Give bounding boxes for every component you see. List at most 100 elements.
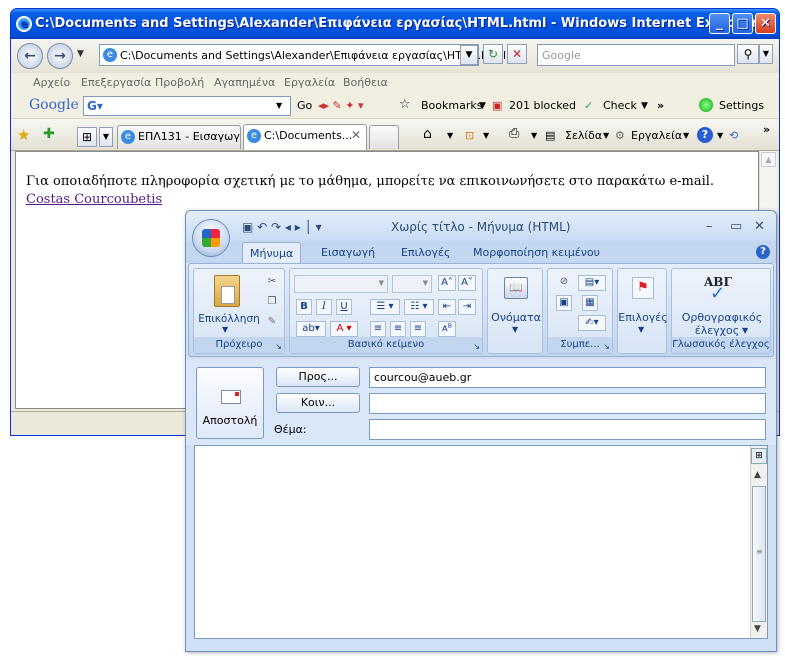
names-dropdown-icon[interactable]: ▼ [512,325,518,334]
close-button[interactable]: ✕ [755,13,776,34]
spellcheck-button[interactable]: Check [603,99,637,112]
format-painter-icon[interactable]: ✎ [264,315,280,331]
grow-font-icon[interactable]: A˄ [438,275,456,291]
menu-favorites[interactable]: Αγαπημένα [214,76,275,89]
spelling-dropdown-icon[interactable]: ▼ [742,326,748,335]
ol-maximize-button[interactable]: ▭ [730,219,742,234]
subject-field[interactable] [369,419,766,440]
ol-minimize-button[interactable]: – [706,219,713,234]
feeds-icon[interactable]: ⊡ [465,129,474,142]
ribbon-tab-format-text[interactable]: Μορφοποίηση κειμένου [473,246,600,259]
spelling-button-line1[interactable]: Ορθογραφικός [672,311,772,324]
office-button[interactable] [192,219,230,257]
italic-icon[interactable]: I [316,299,332,315]
font-size-select[interactable]: ▼ [392,275,432,293]
scroll-thumb[interactable]: ≡ [752,486,766,622]
page-dropdown-icon[interactable]: ▼ [603,131,609,140]
calendar-icon[interactable]: ▦ [582,295,598,311]
address-book-icon[interactable]: 📖 [504,277,528,299]
menu-edit[interactable]: Επεξεργασία [81,76,151,89]
more-chevron-icon[interactable]: » [657,99,664,112]
options-dropdown-icon[interactable]: ▼ [638,325,644,334]
paste-dropdown-icon[interactable]: ▼ [222,325,228,334]
search-input[interactable]: Google [537,44,735,66]
search-icon[interactable]: ⚲ [737,44,759,64]
body-scrollbar[interactable]: ⊞ ▲ ≡ ▼ [750,446,767,638]
page-menu-button[interactable]: Σελίδα [565,129,602,142]
ribbon-tab-message[interactable]: Μήνυμα [242,242,302,264]
include-launcher-icon[interactable]: ↘ [603,342,610,351]
names-button[interactable]: Ονόματα [488,311,544,324]
google-go-button[interactable]: Go [297,99,312,112]
ribbon-help-icon[interactable]: ? [756,245,770,259]
print-dropdown-icon[interactable]: ▼ [531,131,537,140]
stop-icon[interactable]: ✕ [507,44,527,64]
numbering-icon[interactable]: ☷ ▾ [404,299,434,315]
tab-html-file[interactable]: e C:\Documents... ✕ [243,124,367,150]
copy-icon[interactable]: ❐ [264,295,280,311]
signature-icon[interactable]: ✍▾ [578,315,606,331]
google-dropdown-icon[interactable]: ▼ [276,101,282,110]
clear-formatting-icon[interactable]: ᴀᴮ [438,321,456,337]
cc-field[interactable] [369,393,766,414]
add-favorites-icon[interactable]: ✚ [43,126,55,142]
scroll-up-icon[interactable]: ▲ [761,152,776,167]
increase-indent-icon[interactable]: ⇥ [458,299,476,315]
quick-tabs-icon[interactable]: ⊞ [77,127,97,147]
maximize-button[interactable]: □ [732,13,753,34]
options-button[interactable]: Επιλογές [618,311,668,324]
ribbon-tab-options[interactable]: Επιλογές [401,246,450,259]
decrease-indent-icon[interactable]: ⇤ [438,299,456,315]
follow-up-flag-icon[interactable]: ⚑ [632,277,654,299]
attach-item-icon[interactable]: ▤▾ [578,275,606,291]
help-icon[interactable]: ? [697,127,713,143]
tab-epl131[interactable]: e ΕΠΛ131 - Εισαγωγ... [117,125,241,149]
ribbon-tab-insert[interactable]: Εισαγωγή [321,246,375,259]
send-button[interactable]: Αποστολή [196,367,264,439]
tools-dropdown-icon[interactable]: ▼ [683,131,689,140]
toolbar-more-chevron-icon[interactable]: » [763,123,770,136]
check-dropdown-icon[interactable]: ▼ [641,101,648,111]
clipboard-launcher-icon[interactable]: ↘ [275,342,282,351]
shrink-font-icon[interactable]: A˅ [458,275,476,291]
to-button[interactable]: Προς... [276,367,360,387]
feeds-dropdown-icon[interactable]: ▼ [483,131,489,140]
menu-view[interactable]: Προβολή [155,76,204,89]
menu-help[interactable]: Βοήθεια [343,76,388,89]
address-input[interactable]: e C:\Documents and Settings\Alexander\Επ… [99,44,506,66]
cut-icon[interactable]: ✂ [264,275,280,291]
favorites-star-icon[interactable]: ★ [17,126,30,144]
outlook-title-bar[interactable]: ▣ ↶ ↷ ◂ ▸ │ ▾ Χωρίς τίτλο - Μήνυμα (HTML… [186,211,776,241]
font-color-icon[interactable]: A ▾ [330,321,358,337]
to-field[interactable]: courcou@aueb.gr [369,367,766,388]
print-icon[interactable]: ⎙ [509,126,519,141]
address-dropdown-icon[interactable]: ▼ [460,45,478,65]
new-tab-button[interactable] [369,125,399,149]
refresh-icon[interactable]: ↻ [483,44,503,64]
scroll-up-arrow-icon[interactable]: ▲ [754,470,761,480]
ie-title-bar[interactable]: e C:\Documents and Settings\Alexander\Επ… [11,9,779,39]
menu-file[interactable]: Αρχείο [33,76,70,89]
tab-list-icon[interactable]: ▼ [99,127,113,147]
font-name-select[interactable]: ▼ [294,275,388,293]
underline-icon[interactable]: U [336,299,352,315]
highlight-icon[interactable]: ab▾ [296,321,326,337]
google-settings-button[interactable]: Settings [719,99,764,112]
ol-close-button[interactable]: ✕ [754,219,765,234]
align-right-icon[interactable]: ≡ [410,321,426,337]
basic-text-launcher-icon[interactable]: ↘ [473,342,480,351]
business-card-icon[interactable]: ▣ [556,295,572,311]
message-body-editor[interactable]: ⊞ ▲ ≡ ▼ [194,445,768,639]
tab-close-icon[interactable]: ✕ [351,128,361,142]
paste-button[interactable]: Επικόλληση [196,313,262,325]
bookmarks-dropdown-icon[interactable]: ▼ [479,101,486,111]
home-icon[interactable]: ⌂ [423,126,432,142]
google-search-input[interactable]: G▾ ▼ [83,96,291,116]
scroll-down-arrow-icon[interactable]: ▼ [754,624,761,634]
attach-file-icon[interactable]: ⊘ [556,275,572,291]
forward-button[interactable]: → [47,43,73,69]
align-left-icon[interactable]: ≡ [370,321,386,337]
quick-access-toolbar[interactable]: ▣ ↶ ↷ ◂ ▸ │ ▾ [242,220,322,234]
minimize-button[interactable]: _ [709,13,730,34]
toolbar-tool-icons[interactable]: ◂▸ ✎ ✦ ▾ [318,99,364,112]
